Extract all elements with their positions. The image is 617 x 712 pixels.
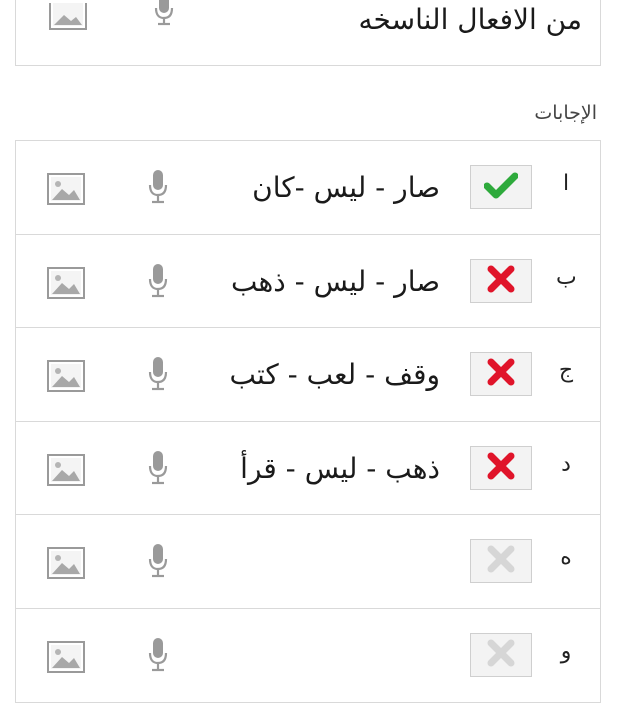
image-icon[interactable]	[47, 453, 85, 490]
correct-toggle-button[interactable]	[470, 165, 532, 209]
cross-icon-disabled	[486, 638, 516, 672]
answer-text-input[interactable]: وقف - لعب - كتب	[229, 358, 440, 391]
microphone-icon[interactable]	[147, 263, 169, 303]
question-card: من الافعال الناسخه	[15, 0, 601, 66]
answer-text-input[interactable]: صار - ليس - ذهب	[231, 265, 440, 298]
correct-toggle-button[interactable]	[470, 539, 532, 583]
image-icon[interactable]	[47, 547, 85, 583]
microphone-icon[interactable]	[147, 169, 169, 209]
correct-toggle-button[interactable]	[470, 258, 532, 303]
cross-icon-disabled	[486, 544, 516, 578]
correct-toggle-button[interactable]	[470, 352, 532, 396]
answer-text-input[interactable]: صار - ليس -كان	[252, 171, 440, 204]
answer-row: د ذهب - ليس - قرأ	[16, 422, 600, 515]
image-icon[interactable]	[47, 266, 85, 303]
answer-letter: ب	[556, 264, 577, 290]
answer-letter: و	[560, 638, 572, 664]
answer-letter: ه	[560, 545, 572, 570]
image-icon[interactable]	[47, 360, 85, 396]
image-icon[interactable]	[47, 173, 85, 209]
microphone-icon[interactable]	[153, 0, 175, 33]
check-icon	[483, 171, 519, 203]
microphone-icon[interactable]	[147, 543, 169, 583]
quiz-editor: من الافعال الناسخه الإجابات ا صار - ليس -…	[0, 0, 617, 712]
answer-row: ب صار - ليس - ذهب	[16, 235, 600, 328]
cross-icon	[486, 451, 516, 485]
answer-text-input[interactable]: ذهب - ليس - قرأ	[240, 452, 440, 485]
answer-row: ا صار - ليس -كان	[16, 141, 600, 235]
answer-letter: ا	[562, 171, 570, 196]
microphone-icon[interactable]	[147, 450, 169, 490]
answer-row: ج وقف - لعب - كتب	[16, 328, 600, 422]
answer-row: ه	[16, 515, 600, 609]
image-icon[interactable]	[47, 640, 85, 677]
answer-letter: ج	[558, 358, 574, 383]
microphone-icon[interactable]	[147, 637, 169, 677]
answers-section-label: الإجابات	[534, 102, 597, 124]
cross-icon	[486, 264, 516, 298]
correct-toggle-button[interactable]	[470, 445, 532, 490]
microphone-icon[interactable]	[147, 356, 169, 396]
answer-row: و	[16, 609, 600, 703]
cross-icon	[486, 357, 516, 391]
answer-letter: د	[561, 451, 571, 477]
question-text[interactable]: من الافعال الناسخه	[359, 3, 582, 36]
correct-toggle-button[interactable]	[470, 632, 532, 677]
image-icon[interactable]	[49, 0, 87, 35]
answers-list: ا صار - ليس -كان ب صار - ليس - ذهب ج وقف - لع…	[15, 140, 601, 703]
